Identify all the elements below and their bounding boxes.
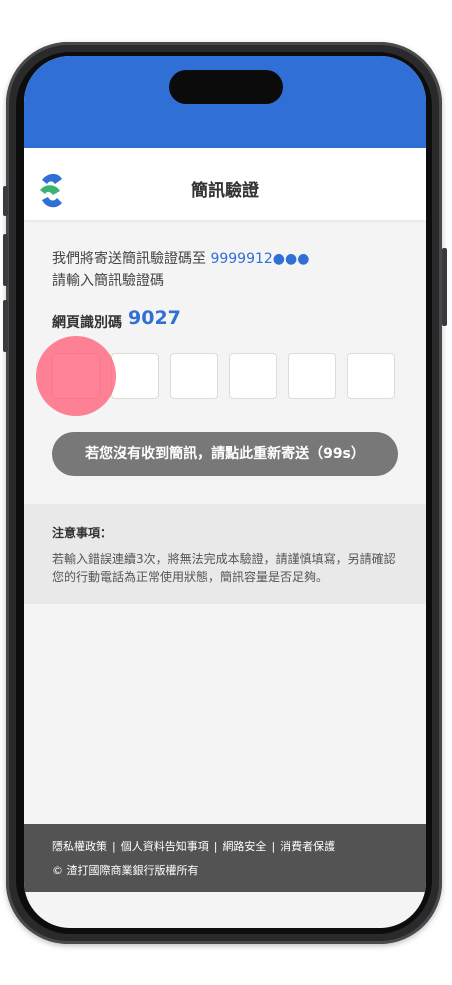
privacy-policy-link[interactable]: 隱私權政策 (52, 840, 107, 853)
power-button (442, 248, 447, 326)
footer: 隱私權政策 | 個人資料告知事項 | 網路安全 | 消費者保護 © 渣打國際商業銀行版權所有 (24, 824, 426, 892)
touch-indicator (36, 336, 116, 416)
copyright-text: © 渣打國際商業銀行版權所有 (52, 864, 199, 877)
notice-panel: 注意事項： 若輸入錯誤連續3次，將無法完成本驗證，請謹慎填寫，另請確認您的行動電… (24, 504, 426, 604)
notice-title: 注意事項： (52, 526, 113, 540)
personal-data-notice-link[interactable]: 個人資料告知事項 (121, 840, 209, 853)
footer-separator: | (271, 840, 276, 853)
resend-sms-button[interactable]: 若您沒有收到簡訊，請點此重新寄送（99s） (52, 432, 398, 476)
volume-up-button (3, 234, 8, 286)
consumer-protection-link[interactable]: 消費者保護 (280, 840, 335, 853)
enter-code-instruction: 請輸入簡訊驗證碼 (52, 273, 164, 289)
page-title: 簡訊驗證 (191, 181, 259, 201)
sms-intro-text: 我們將寄送簡訊驗證碼至 9999912●●● (52, 248, 309, 268)
otp-digit-3[interactable] (170, 353, 218, 399)
app-header: 簡訊驗證 (24, 148, 426, 220)
footer-separator: | (213, 840, 218, 853)
identification-label: 網頁識別碼 (52, 315, 122, 331)
volume-down-button (3, 300, 8, 352)
notice-body: 若輸入錯誤連續3次，將無法完成本驗證，請謹慎填寫，另請確認您的行動電話為正常使用… (52, 552, 396, 584)
identification-code: 9027 (128, 307, 181, 329)
status-bar (24, 56, 426, 148)
phone-screen: 簡訊驗證 我們將寄送簡訊驗證碼至 9999912●●● 請輸入簡訊驗證碼 網頁識… (24, 56, 426, 928)
sms-intro-label: 我們將寄送簡訊驗證碼至 (52, 251, 206, 267)
action-button (3, 186, 8, 216)
network-security-link[interactable]: 網路安全 (222, 840, 266, 853)
masked-phone-number: 9999912●●● (210, 251, 310, 267)
otp-digit-5[interactable] (288, 353, 336, 399)
footer-links: 隱私權政策 | 個人資料告知事項 | 網路安全 | 消費者保護 (52, 838, 335, 854)
otp-digit-4[interactable] (229, 353, 277, 399)
otp-digit-2[interactable] (111, 353, 159, 399)
footer-separator: | (112, 840, 116, 853)
dynamic-island (169, 70, 283, 104)
otp-digit-6[interactable] (347, 353, 395, 399)
